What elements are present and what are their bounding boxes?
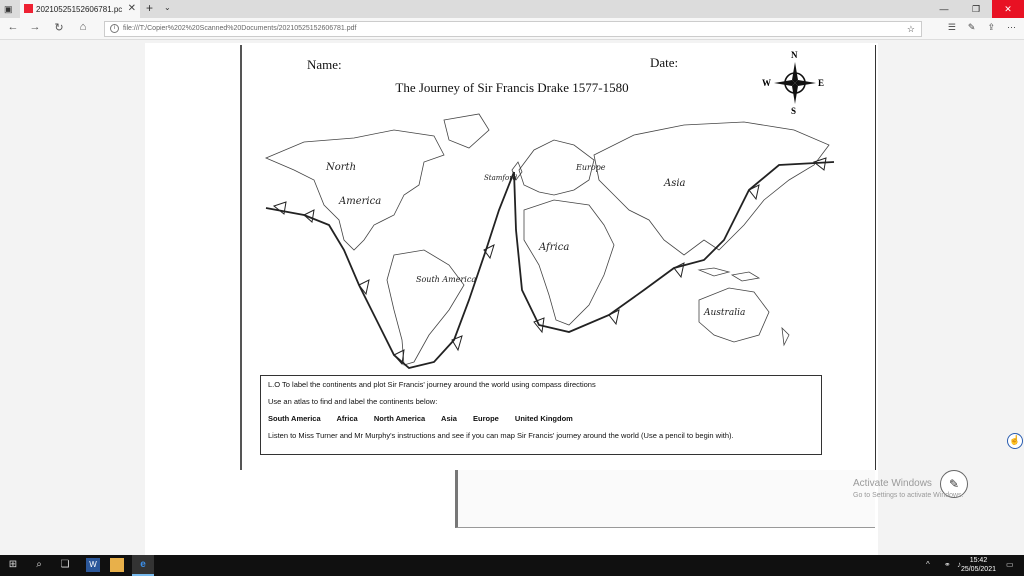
watermark-line1: Activate Windows <box>853 478 932 489</box>
tab-bar: ▣ 20210525152606781.pc ✕ + ⌄ — ❐ ✕ <box>0 0 1024 18</box>
continent-list: South America Africa North America Asia … <box>268 414 814 423</box>
notifications-icon[interactable]: ▭ <box>1006 560 1014 569</box>
clock-date: 25/05/2021 <box>960 566 996 573</box>
notes-icon[interactable]: ✎ <box>968 22 976 33</box>
home-icon[interactable]: ⌂ <box>74 21 92 33</box>
learning-objective: L.O To label the continents and plot Sir… <box>268 380 596 389</box>
url-field[interactable]: i file:///T:/Copier%202%20Scanned%20Docu… <box>104 21 922 37</box>
taskbar: ⊞ ⌕ ❏ W e ^ ⚭ ♪ 15:42 25/05/2021 ▭ <box>0 555 1024 576</box>
listen-instruction: Listen to Miss Turner and Mr Murphy's in… <box>268 431 734 440</box>
world-map: North America South America Europe Asia … <box>244 100 844 375</box>
browser-tab[interactable]: 20210525152606781.pc ✕ <box>20 0 140 18</box>
edge-taskbar-active[interactable]: e <box>132 555 154 576</box>
url-text: file:///T:/Copier%202%20Scanned%20Docume… <box>123 25 357 32</box>
continent-item: Europe <box>472 414 499 423</box>
edge-icon: e <box>140 559 146 570</box>
continent-item: South America <box>268 414 321 423</box>
info-icon[interactable]: i <box>110 24 119 33</box>
tab-title: 20210525152606781.pc <box>36 4 123 14</box>
address-bar-row: ← → ↻ ⌂ i file:///T:/Copier%202%20Scanne… <box>0 18 1024 40</box>
label-america: America <box>338 196 381 207</box>
close-window-icon[interactable]: ✕ <box>992 0 1024 18</box>
network-icon[interactable]: ⚭ <box>944 560 951 569</box>
maximize-icon[interactable]: ❐ <box>960 0 992 18</box>
label-stamford: Stamford <box>484 174 518 182</box>
name-label: Name: <box>307 57 342 72</box>
refresh-icon[interactable]: ↻ <box>50 21 68 34</box>
paper-fold <box>455 470 875 528</box>
continent-item: Asia <box>441 414 457 423</box>
label-asia: Asia <box>663 178 686 189</box>
continent-item: North America <box>373 414 426 423</box>
label-europe: Europe <box>575 163 606 172</box>
instructions-box: L.O To label the continents and plot Sir… <box>260 375 822 455</box>
worksheet-title: The Journey of Sir Francis Drake 1577-15… <box>395 80 629 95</box>
compass-n: N <box>791 50 798 60</box>
share-icon[interactable]: ⇪ <box>987 22 995 33</box>
tray-chevron-icon[interactable]: ^ <box>926 560 930 569</box>
system-clock[interactable]: 15:42 25/05/2021 <box>961 556 996 574</box>
search-icon[interactable]: ⌕ <box>32 558 46 572</box>
activate-windows-watermark: Activate Windows Go to Settings to activ… <box>853 478 964 499</box>
window-controls: — ❐ ✕ <box>928 0 1024 18</box>
atlas-instruction: Use an atlas to find and label the conti… <box>268 397 438 406</box>
pdf-icon <box>24 4 33 13</box>
toolbar-icons: ☰ ✎ ⇪ ⋯ <box>948 22 1016 33</box>
forward-icon[interactable]: → <box>26 21 44 33</box>
compass-e: E <box>818 78 824 88</box>
watermark-line2: Go to Settings to activate Windows. <box>853 492 964 499</box>
windows-start-icon[interactable]: ⊞ <box>6 558 20 572</box>
label-africa: Africa <box>538 242 569 253</box>
tab-close-icon[interactable]: ✕ <box>128 3 136 14</box>
label-north: North <box>325 162 356 173</box>
favorites-icon[interactable]: ☰ <box>948 22 956 33</box>
file-explorer-icon[interactable] <box>110 558 124 572</box>
word-icon[interactable]: W <box>86 558 100 572</box>
label-south-america: South America <box>416 275 476 284</box>
clock-time: 15:42 <box>969 557 988 564</box>
scroll-helper-icon[interactable]: ☝ <box>1007 433 1023 449</box>
new-tab-button[interactable]: + <box>146 1 153 15</box>
tab-list-button[interactable]: ⌄ <box>164 3 171 12</box>
window-menu-icon[interactable]: ▣ <box>4 4 14 14</box>
continent-item: Africa <box>336 414 358 423</box>
continent-item: United Kingdom <box>514 414 573 423</box>
task-view-icon[interactable]: ❏ <box>58 558 72 572</box>
minimize-icon[interactable]: — <box>928 0 960 18</box>
more-icon[interactable]: ⋯ <box>1007 22 1016 33</box>
compass-w: W <box>762 78 771 88</box>
date-label: Date: <box>650 55 679 70</box>
favorite-star-icon[interactable]: ☆ <box>907 22 915 36</box>
back-icon[interactable]: ← <box>4 21 22 33</box>
label-australia: Australia <box>703 308 745 318</box>
